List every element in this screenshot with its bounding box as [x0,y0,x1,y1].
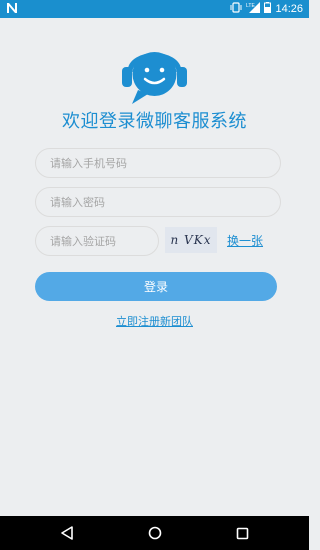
status-bar: LTE 14:26 [0,0,309,18]
status-left [0,2,18,17]
phone-input[interactable] [48,155,280,171]
page-title: 欢迎登录微聊客服系统 [62,111,247,132]
logo [116,38,193,108]
refresh-captcha-link[interactable]: 换一张 [227,232,263,249]
home-icon [148,526,162,540]
captcha-image[interactable]: n VKx [165,227,217,253]
recents-button[interactable] [230,516,254,550]
smiling-chat-headset-icon [122,52,187,104]
status-time: 14:26 [275,3,303,15]
recents-icon [236,527,248,539]
captcha-input[interactable] [48,233,158,249]
status-right: LTE 14:26 [230,2,309,16]
home-button[interactable] [143,516,167,550]
password-input[interactable] [48,194,280,210]
captcha-field[interactable] [35,226,159,256]
captcha-text: n VKx [170,233,212,247]
phone-field[interactable] [35,148,281,178]
password-field[interactable] [35,187,281,217]
signal-icon: LTE [246,2,261,16]
vibrate-icon [230,2,242,16]
login-button[interactable]: 登录 [35,272,277,301]
back-icon [61,526,73,540]
n-icon [6,2,18,17]
navigation-bar [0,516,309,550]
battery-icon [264,2,272,16]
register-team-link[interactable]: 立即注册新团队 [0,313,309,329]
back-button[interactable] [55,516,79,550]
